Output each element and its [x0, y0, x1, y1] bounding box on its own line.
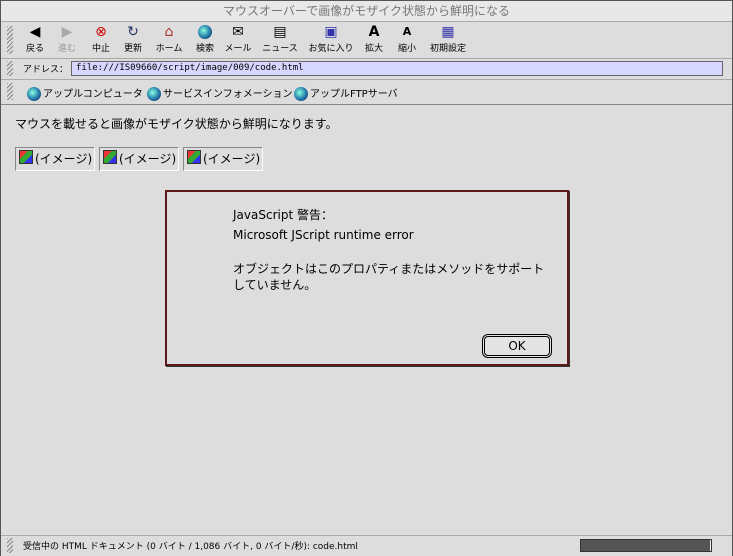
favorite-link-apple[interactable]: アップルコンピュータ — [27, 85, 143, 101]
mail-button[interactable]: ✉ メール — [223, 24, 253, 54]
globe-icon — [294, 87, 308, 101]
favorites-button[interactable]: ▣ お気に入り — [307, 24, 355, 54]
globe-icon — [147, 87, 161, 101]
back-arrow-icon: ◀ — [29, 24, 41, 40]
text-smaller-button[interactable]: A 縮小 — [396, 24, 418, 54]
favorites-icon: ▣ — [324, 24, 338, 40]
favorite-link-service[interactable]: サービスインフォメーション — [147, 85, 293, 101]
address-bar: アドレス： file:///IS09660/script/image/009/c… — [1, 59, 732, 80]
mail-label: メール — [224, 44, 252, 54]
text-smaller-icon: A — [402, 25, 412, 38]
image-alt-text: (イメージ) — [203, 152, 261, 166]
back-button[interactable]: ◀ 戻る — [23, 24, 47, 54]
status-grip — [7, 538, 13, 553]
broken-image-icon — [19, 150, 33, 164]
home-icon: ⌂ — [164, 24, 174, 40]
favorite-link-ftp[interactable]: アップルFTPサーバ — [294, 85, 398, 101]
forward-button[interactable]: ▶ 進む — [55, 24, 79, 54]
text-smaller-label: 縮小 — [397, 44, 416, 54]
dialog-message-line1: オブジェクトはこのプロパティまたはメソッドをサポート — [233, 262, 545, 276]
ok-button[interactable]: OK — [482, 334, 552, 358]
image-alt-text: (イメージ) — [119, 152, 177, 166]
image-placeholder[interactable]: (イメージ) — [15, 147, 96, 171]
news-icon: ▤ — [273, 24, 287, 40]
text-larger-button[interactable]: A 拡大 — [363, 24, 385, 54]
forward-label: 進む — [57, 44, 76, 54]
dialog-message-line2: していません。 — [233, 278, 317, 292]
toolbar: ◀ 戻る ▶ 進む ⊗ 中止 ↻ 更新 ⌂ ホーム 検索 ✉ メール ▤ ニュー… — [1, 22, 732, 59]
favorites-bar: アップルコンピュータ サービスインフォメーション アップルFTPサーバ — [1, 80, 732, 105]
address-grip[interactable] — [7, 61, 13, 76]
text-larger-icon: A — [368, 24, 380, 40]
favorites-label: お気に入り — [308, 44, 354, 54]
preferences-icon: ▦ — [441, 24, 455, 40]
status-bar: 受信中の HTML ドキュメント (0 バイト / 1,086 バイト, 0 バ… — [1, 535, 732, 556]
browser-window: マウスオーバーで画像がモザイク状態から鮮明になる ◀ 戻る ▶ 進む ⊗ 中止 … — [0, 0, 733, 556]
back-label: 戻る — [25, 44, 44, 54]
home-label: ホーム — [155, 44, 183, 54]
favorite-label: アップルFTPサーバ — [310, 89, 398, 100]
stop-button[interactable]: ⊗ 中止 — [89, 24, 113, 54]
news-label: ニュース — [262, 44, 298, 54]
favorite-label: サービスインフォメーション — [163, 89, 293, 100]
image-placeholder[interactable]: (イメージ) — [99, 147, 180, 171]
toolbar-grip[interactable] — [7, 26, 13, 54]
progress-bar — [580, 539, 712, 552]
intro-text: マウスを載せると画像がモザイク状態から鮮明になります。 — [15, 117, 338, 131]
refresh-icon: ↻ — [127, 24, 139, 40]
refresh-button[interactable]: ↻ 更新 — [121, 24, 145, 54]
favorite-label: アップルコンピュータ — [43, 89, 143, 100]
preferences-button[interactable]: ▦ 初期設定 — [428, 24, 468, 54]
globe-icon — [27, 87, 41, 101]
favorites-grip[interactable] — [7, 83, 13, 100]
dialog-title: JavaScript 警告： — [233, 208, 333, 222]
home-button[interactable]: ⌂ ホーム — [154, 24, 184, 54]
javascript-alert-dialog: JavaScript 警告： Microsoft JScript runtime… — [165, 190, 569, 366]
broken-image-icon — [187, 150, 201, 164]
image-alt-text: (イメージ) — [35, 152, 93, 166]
status-text: 受信中の HTML ドキュメント (0 バイト / 1,086 バイト, 0 バ… — [23, 542, 358, 552]
text-larger-label: 拡大 — [364, 44, 383, 54]
image-placeholder[interactable]: (イメージ) — [183, 147, 264, 171]
address-label: アドレス： — [23, 65, 69, 75]
address-input[interactable]: file:///IS09660/script/image/009/code.ht… — [71, 61, 723, 76]
news-button[interactable]: ▤ ニュース — [262, 24, 298, 54]
dialog-error: Microsoft JScript runtime error — [233, 228, 414, 242]
refresh-label: 更新 — [123, 44, 142, 54]
forward-arrow-icon: ▶ — [61, 24, 73, 40]
search-button[interactable]: 検索 — [193, 24, 217, 54]
progress-fill — [581, 540, 710, 551]
stop-label: 中止 — [91, 44, 110, 54]
stop-icon: ⊗ — [95, 24, 107, 40]
preferences-label: 初期設定 — [429, 44, 466, 54]
broken-image-icon — [103, 150, 117, 164]
mail-icon: ✉ — [232, 24, 244, 40]
search-label: 検索 — [195, 44, 214, 54]
search-globe-icon — [197, 24, 213, 40]
window-title: マウスオーバーで画像がモザイク状態から鮮明になる — [1, 1, 732, 22]
